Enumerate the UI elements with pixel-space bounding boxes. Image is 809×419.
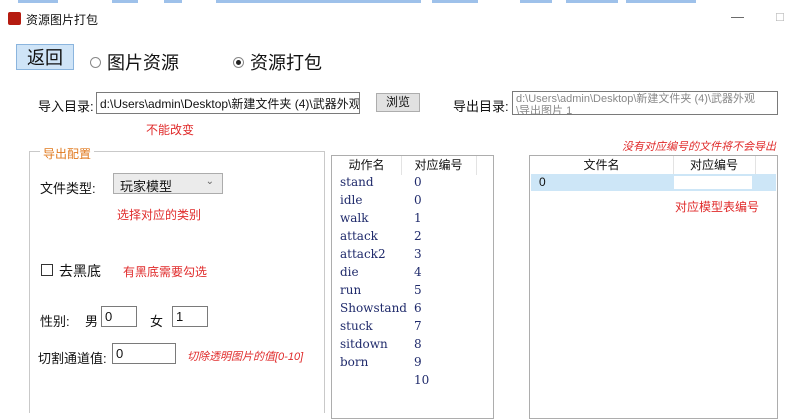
config-group-title: 导出配置 xyxy=(40,145,95,162)
action-row-code: 8 xyxy=(414,337,422,351)
action-row-code: 1 xyxy=(414,211,422,225)
gender-label: 性别: xyxy=(40,314,70,329)
male-label: 男 xyxy=(85,314,99,329)
top-strip xyxy=(0,0,809,4)
female-label: 女 xyxy=(150,314,164,329)
chevron-down-icon: ⌄ xyxy=(205,176,214,187)
file-row-code-input[interactable] xyxy=(674,176,752,189)
file-name-col-header[interactable]: 文件名 xyxy=(530,156,674,175)
action-row-code: 0 xyxy=(414,175,422,189)
action-row[interactable]: walk 1 xyxy=(332,211,493,229)
action-row-name: die xyxy=(340,265,359,279)
file-code-col-header[interactable]: 对应编号 xyxy=(673,156,756,175)
action-row-name: Showstand xyxy=(340,301,407,315)
file-type-note: 选择对应的类别 xyxy=(117,208,202,222)
action-row-name: walk xyxy=(340,211,369,225)
action-row[interactable]: run 5 xyxy=(332,283,493,301)
action-row-code: 10 xyxy=(414,373,430,387)
action-row[interactable]: stand 0 xyxy=(332,175,493,193)
import-note: 不能改变 xyxy=(146,123,195,137)
action-row-name: run xyxy=(340,283,362,297)
radio-images-dot[interactable] xyxy=(90,56,101,68)
action-row[interactable]: stuck 7 xyxy=(332,319,493,337)
action-row[interactable]: Showstand 6 xyxy=(332,301,493,319)
action-row-name: attack2 xyxy=(340,247,386,261)
male-input[interactable]: 0 xyxy=(101,306,137,327)
export-path-line1: d:\Users\admin\Desktop\新建文件夹 (4)\武器外观 xyxy=(516,93,755,105)
export-label: 导出目录: xyxy=(453,99,509,114)
file-list-note: 对应模型表编号 xyxy=(675,200,760,214)
action-row-code: 6 xyxy=(414,301,422,315)
file-list[interactable]: 文件名 对应编号 xyxy=(529,155,778,419)
file-type-label: 文件类型: xyxy=(40,181,96,196)
remove-black-checkbox[interactable] xyxy=(41,264,53,276)
maximize-button[interactable]: □ xyxy=(776,9,784,24)
file-row[interactable]: 0 xyxy=(531,174,776,191)
window-title: 资源图片打包 xyxy=(26,13,99,27)
remove-black-note: 有黑底需要勾选 xyxy=(123,265,208,279)
action-row[interactable]: idle 0 xyxy=(332,193,493,211)
action-row-name: idle xyxy=(340,193,363,207)
radio-images-label: 图片资源 xyxy=(107,53,179,73)
action-row-code: 4 xyxy=(414,265,422,279)
import-path-field[interactable]: d:\Users\admin\Desktop\新建文件夹 (4)\武器外观 xyxy=(96,92,360,114)
import-label: 导入目录: xyxy=(38,99,94,114)
action-row-code: 2 xyxy=(414,229,422,243)
export-path-line2: \导出图片 1 xyxy=(516,105,573,115)
action-list[interactable]: 动作名 对应编号 stand 0 idle 0 walk 1 attack 2 attack2 3… xyxy=(331,155,494,419)
action-row[interactable]: born 9 xyxy=(332,355,493,373)
action-row-code: 0 xyxy=(414,193,422,207)
minimize-button[interactable]: — xyxy=(731,9,744,24)
action-row-code: 9 xyxy=(414,355,422,369)
action-col-header[interactable]: 动作名 xyxy=(332,156,402,175)
action-row-code: 7 xyxy=(414,319,422,333)
action-row-name: stuck xyxy=(340,319,373,333)
export-path-field: d:\Users\admin\Desktop\新建文件夹 (4)\武器外观 \导… xyxy=(512,91,778,115)
file-type-select[interactable]: 玩家模型 ⌄ xyxy=(113,173,223,194)
app-icon xyxy=(8,12,21,25)
threshold-label: 切割通道值: xyxy=(38,351,107,366)
threshold-input[interactable]: 0 xyxy=(112,343,176,364)
action-row[interactable]: die 4 xyxy=(332,265,493,283)
action-row[interactable]: sitdown 8 xyxy=(332,337,493,355)
back-button[interactable]: 返回 xyxy=(16,44,74,70)
file-row-name: 0 xyxy=(539,175,546,189)
radio-pack-label: 资源打包 xyxy=(250,53,322,73)
female-input[interactable]: 1 xyxy=(172,306,208,327)
action-row-name: stand xyxy=(340,175,374,189)
radio-pack[interactable]: 资源打包 xyxy=(233,49,322,75)
action-row-name: born xyxy=(340,355,369,369)
action-row[interactable]: attack 2 xyxy=(332,229,493,247)
action-row-name: sitdown xyxy=(340,337,388,351)
file-type-value: 玩家模型 xyxy=(120,179,173,194)
action-code-col-header[interactable]: 对应编号 xyxy=(401,156,477,175)
remove-black-label: 去黑底 xyxy=(59,263,101,279)
radio-pack-dot[interactable] xyxy=(233,56,244,68)
action-row[interactable]: attack2 3 xyxy=(332,247,493,265)
browse-button[interactable]: 浏览 xyxy=(376,93,420,112)
threshold-note: 切除透明图片的值[0-10] xyxy=(187,351,304,363)
action-row-code: 3 xyxy=(414,247,422,261)
action-row-name: attack xyxy=(340,229,378,243)
action-row-code: 5 xyxy=(414,283,422,297)
radio-images[interactable]: 图片资源 xyxy=(90,49,179,75)
export-note: 没有对应编号的文件将不会导出 xyxy=(622,141,776,153)
action-row[interactable]: 10 xyxy=(332,373,493,391)
